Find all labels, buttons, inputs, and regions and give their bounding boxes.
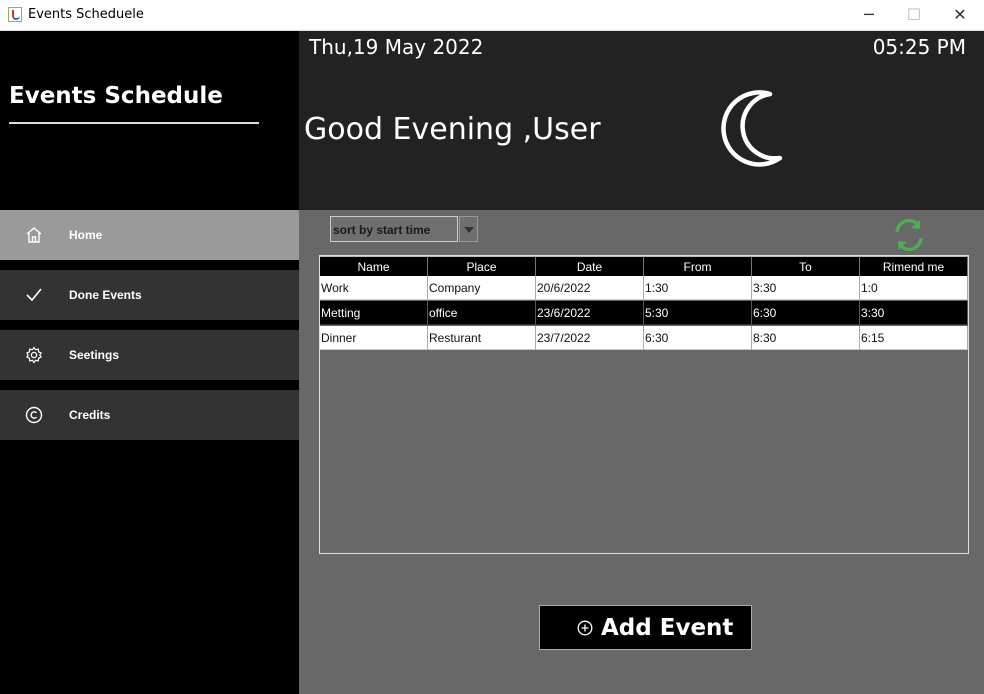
gear-icon	[26, 346, 42, 364]
add-event-label: Add Event	[601, 615, 734, 641]
column-header-from[interactable]: From	[644, 256, 752, 276]
table-cell: 6:15	[860, 326, 968, 350]
title-bar: Events Scheduele ─ ☐ ✕	[0, 0, 984, 31]
column-header-to[interactable]: To	[752, 256, 860, 276]
header-panel: Thu,19 May 2022 05:25 PM Good Evening ,U…	[299, 31, 984, 210]
table-cell: Dinner	[320, 326, 428, 350]
minimize-button[interactable]: ─	[846, 0, 892, 30]
sidebar-item-label: Home	[69, 228, 103, 242]
sidebar-item-credits[interactable]: Credits	[0, 390, 299, 440]
sidebar-item-label: Seetings	[69, 348, 120, 362]
refresh-icon[interactable]	[893, 218, 925, 252]
main-content: sort by start time Name Place Date From …	[299, 210, 984, 694]
table-row[interactable]: Dinner Resturant 23/7/2022 6:30 8:30 6:1…	[320, 326, 968, 350]
table-cell: 5:30	[644, 301, 752, 325]
chevron-down-icon[interactable]	[459, 216, 478, 242]
table-cell: 3:30	[860, 301, 968, 325]
app-window: Events Scheduele ─ ☐ ✕ Events Schedule H…	[0, 0, 984, 694]
window-title: Events Scheduele	[28, 7, 144, 22]
table-cell: 6:30	[644, 326, 752, 350]
sort-dropdown[interactable]: sort by start time	[330, 216, 458, 242]
greeting-text: Good Evening ,User	[304, 112, 601, 147]
java-app-icon	[8, 7, 22, 22]
current-date: Thu,19 May 2022	[309, 35, 484, 59]
table-cell: 3:30	[752, 276, 860, 300]
sidebar-item-label: Done Events	[69, 288, 142, 302]
add-event-button[interactable]: Add Event	[539, 605, 752, 650]
check-icon	[26, 288, 42, 302]
plus-circle-icon	[577, 620, 593, 636]
sidebar-item-settings[interactable]: Seetings	[0, 330, 299, 380]
table-row-selected[interactable]: Metting office 23/6/2022 5:30 6:30 3:30	[320, 301, 968, 325]
table-cell: Work	[320, 276, 428, 300]
column-header-place[interactable]: Place	[428, 256, 536, 276]
brand-underline	[9, 122, 259, 124]
moon-icon	[721, 90, 783, 167]
events-table: Name Place Date From To Rimend me Work C…	[319, 255, 969, 554]
close-button[interactable]: ✕	[937, 0, 983, 30]
app-brand-title: Events Schedule	[9, 83, 223, 109]
table-cell: 23/7/2022	[536, 326, 644, 350]
table-cell: 6:30	[752, 301, 860, 325]
table-cell: 8:30	[752, 326, 860, 350]
table-cell: 20/6/2022	[536, 276, 644, 300]
home-icon	[26, 227, 42, 243]
table-cell: 1:30	[644, 276, 752, 300]
sidebar: Events Schedule Home Done Events Seeting…	[0, 31, 299, 694]
column-header-remind-me[interactable]: Rimend me	[860, 256, 968, 276]
table-cell: 1:0	[860, 276, 968, 300]
table-header: Name Place Date From To Rimend me	[320, 256, 968, 276]
column-header-name[interactable]: Name	[320, 256, 428, 276]
table-row[interactable]: Work Company 20/6/2022 1:30 3:30 1:0	[320, 276, 968, 300]
table-cell: Metting	[320, 301, 428, 325]
table-cell: Resturant	[428, 326, 536, 350]
sidebar-item-done-events[interactable]: Done Events	[0, 270, 299, 320]
current-time: 05:25 PM	[872, 35, 966, 59]
table-cell: office	[428, 301, 536, 325]
column-header-date[interactable]: Date	[536, 256, 644, 276]
table-cell: 23/6/2022	[536, 301, 644, 325]
sidebar-item-label: Credits	[69, 408, 111, 422]
maximize-button[interactable]: ☐	[891, 0, 937, 30]
copyright-icon	[25, 406, 43, 424]
table-cell: Company	[428, 276, 536, 300]
sidebar-item-home[interactable]: Home	[0, 210, 299, 260]
